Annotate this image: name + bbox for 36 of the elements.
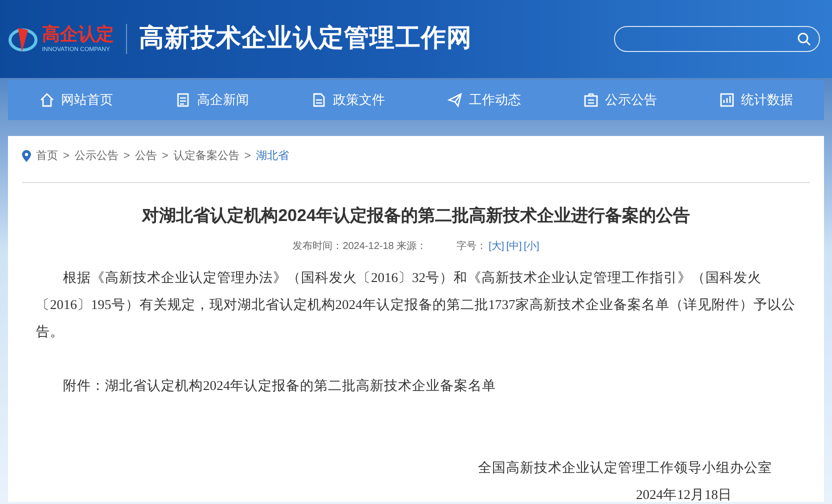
paper-plane-icon bbox=[447, 92, 463, 108]
logo-text: 高企认定 bbox=[42, 25, 114, 43]
nav-link[interactable]: 统计数据 bbox=[719, 90, 793, 110]
breadcrumb-separator: > bbox=[244, 148, 251, 164]
search-field[interactable] bbox=[614, 26, 820, 52]
nav-link[interactable]: 公示公告 bbox=[583, 90, 657, 110]
font-size-label: 字号： bbox=[456, 240, 487, 254]
publish-info: 发布时间：2024-12-18 来源： bbox=[292, 240, 427, 254]
nav-link[interactable]: 高企新闻 bbox=[175, 90, 249, 110]
home-icon bbox=[39, 92, 55, 108]
site-title: 高新技术企业认定管理工作网 bbox=[139, 23, 472, 54]
breadcrumb-link[interactable]: 公告 bbox=[134, 148, 157, 164]
breadcrumb-link[interactable]: 首页 bbox=[36, 148, 58, 164]
breadcrumb-separator: > bbox=[63, 148, 70, 164]
breadcrumb-separator: > bbox=[123, 148, 130, 164]
nav-link[interactable]: 工作动态 bbox=[447, 90, 521, 110]
signature: 全国高新技术企业认定管理工作领导小组办公室 bbox=[478, 458, 772, 476]
font-size-link[interactable]: [大] bbox=[488, 238, 504, 254]
nav-link[interactable]: 政策文件 bbox=[311, 90, 385, 110]
search-icon[interactable] bbox=[797, 32, 811, 46]
list-icon bbox=[175, 92, 191, 108]
breadcrumb-link[interactable]: 认定备案公告 bbox=[173, 148, 240, 164]
breadcrumb-link[interactable]: 公示公告 bbox=[74, 148, 118, 164]
article-paragraph: 附件：湖北省认定机构2024年认定报备的第二批高新技术企业备案名单 bbox=[62, 376, 497, 394]
breadcrumb-separator: > bbox=[162, 148, 168, 164]
briefcase-icon bbox=[583, 92, 599, 108]
bar-chart-icon bbox=[719, 92, 735, 108]
location-pin-icon bbox=[22, 150, 31, 162]
document-icon bbox=[311, 92, 327, 108]
font-size-link[interactable]: [中] bbox=[506, 238, 522, 254]
nav-link[interactable]: 网站首页 bbox=[39, 90, 113, 110]
breadcrumb-link[interactable]: 湖北省 bbox=[256, 148, 289, 164]
font-size-link[interactable]: [小] bbox=[524, 238, 540, 254]
issue-date: 2024年12月18日 bbox=[636, 486, 733, 502]
article-paragraph: 根据《高新技术企业认定管理办法》（国科发火〔2016〕32号）和《高新技术企业认定管理工作指引》（国科发火〔2016〕195号）有关规定，现对湖北省认定机构2024年认定报备的第二批1737家高新技术企业备案名单（详见附件）予以公告。 bbox=[36, 268, 796, 340]
article-title: 对湖北省认定机构2024年认定报备的第二批高新技术企业进行备案的公告 bbox=[140, 205, 691, 227]
